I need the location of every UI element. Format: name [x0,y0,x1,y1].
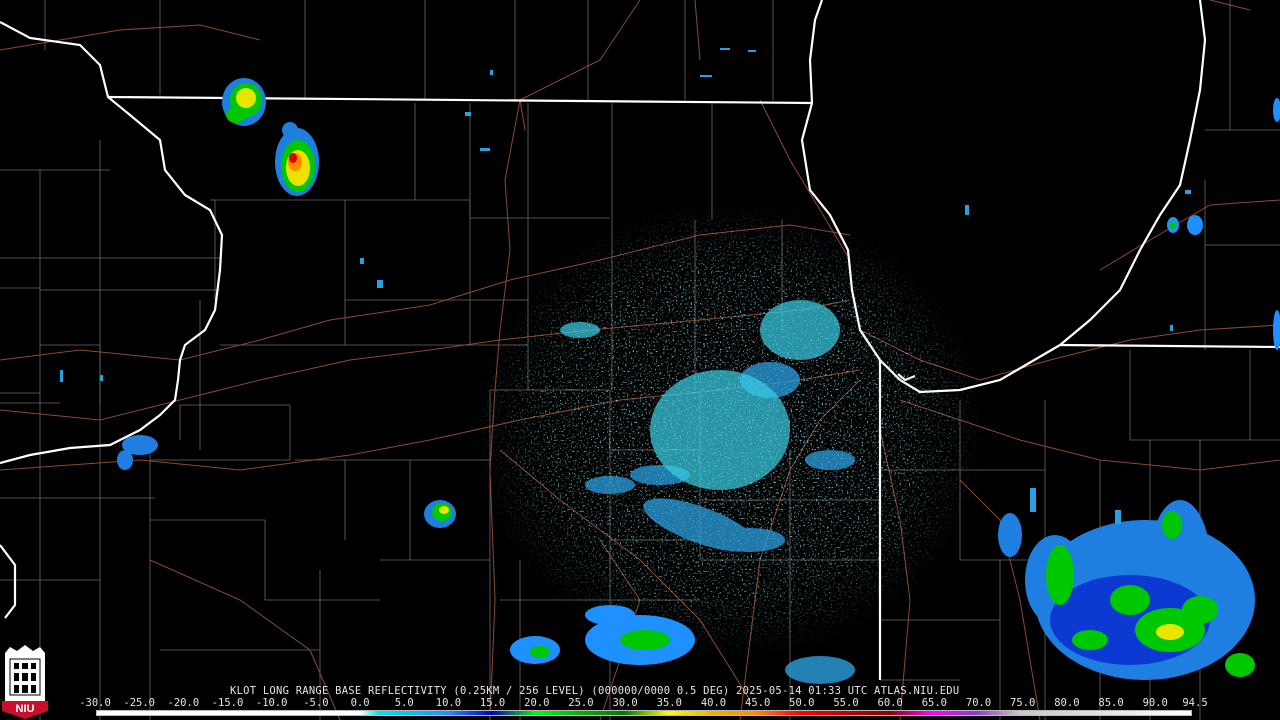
colorbar-tick-label: 65.0 [921,697,947,709]
colorbar-tick-label: 75.0 [1010,697,1036,709]
radar-map [0,0,1280,720]
colorbar-tick-label: 85.0 [1098,697,1124,709]
university-tower-icon: NIU [2,645,48,719]
product-caption: KLOT LONG RANGE BASE REFLECTIVITY (0.25K… [230,685,960,697]
storm-cell-north [222,78,266,126]
storm-complex-southeast [998,500,1255,680]
colorbar-tick-label: -15.0 [211,697,244,709]
colorbar-tick-label: 80.0 [1054,697,1080,709]
colorbar-tick-label: 40.0 [700,697,727,709]
colorbar-tick-label: 60.0 [877,697,903,709]
radar-page: NIU KLOT LONG RANGE BASE REFLECTIVITY (0… [0,0,1280,720]
colorbar-tick-label: 45.0 [744,697,771,709]
colorbar-tick-label: 0.0 [350,697,370,709]
colorbar-tick-label: -25.0 [123,697,155,709]
storm-cell-northeast [1167,98,1280,350]
colorbar-tick-label: 70.0 [965,697,992,709]
colorbar-tick-label: 90.0 [1142,697,1168,709]
storm-cell-west [117,435,456,528]
reflectivity-colorbar [96,710,1192,716]
colorbar-tick-label: 5.0 [394,697,414,709]
colorbar-tick-label: 15.0 [479,697,506,709]
colorbar-tick-label: 30.0 [612,697,638,709]
colorbar-tick-label: -30.0 [79,697,111,709]
colorbar-tick-label: 50.0 [789,697,815,709]
colorbar-tick-label: 20.0 [524,697,550,709]
logo-text: NIU [16,703,35,715]
niu-logo: NIU [2,645,48,719]
colorbar-tick-label: -20.0 [167,697,200,709]
colorbar-tick-label: 94.5 [1182,697,1208,709]
colorbar-tick-label: 55.0 [833,697,859,709]
colorbar-tick-label: 10.0 [435,697,462,709]
storm-cell-northwest [275,122,319,196]
colorbar-tick-label: 35.0 [656,697,682,709]
colorbar-tick-label: 25.0 [568,697,594,709]
colorbar-tick-labels: -30.0 -25.0 -20.0 -15.0 -10.0 -5.0 0.0 5.0 10.0 1… [79,697,1207,709]
colorbar-tick-label: -5.0 [303,697,329,709]
colorbar-tick-label: -10.0 [255,697,288,709]
